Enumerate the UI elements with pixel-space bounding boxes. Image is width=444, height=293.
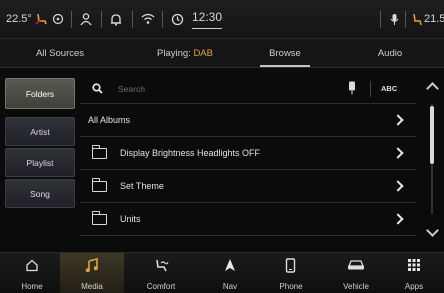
chevron-right-icon (392, 180, 404, 192)
car-icon (324, 258, 388, 275)
tab-browse[interactable]: Browse (240, 39, 330, 67)
list-item[interactable]: Display Brightness Headlights OFF (80, 137, 416, 170)
divider (71, 11, 72, 28)
bottom-nav-bar: Home Media Comfort Nav Phone Vehicle App… (0, 252, 444, 293)
nav-nav[interactable]: Nav (198, 253, 262, 293)
passenger-seat-icon (413, 13, 422, 25)
filter-folders[interactable]: Folders (5, 78, 75, 109)
voice-search-icon[interactable] (348, 81, 356, 95)
browse-list: Search ABC All Albums Display Brightness… (80, 74, 416, 236)
list-item-label: All Albums (88, 115, 131, 125)
tab-audio[interactable]: Audio (360, 39, 420, 67)
divider (405, 11, 406, 28)
nav-label: Comfort (146, 282, 176, 291)
nav-label: Nav (222, 282, 238, 291)
search-bar[interactable]: Search ABC (80, 74, 416, 104)
user-profile-icon[interactable] (79, 0, 93, 38)
passenger-climate-status[interactable]: 21.5° (412, 0, 444, 38)
filter-label: Folders (25, 88, 55, 99)
filter-song[interactable]: Song (5, 179, 75, 208)
list-item[interactable]: Units (80, 203, 416, 236)
tab-playing[interactable]: Playing: DAB (130, 39, 240, 67)
wifi-icon[interactable] (141, 0, 155, 38)
browse-category-list: Folders Artist Playlist Song (5, 78, 75, 210)
nav-apps[interactable]: Apps (382, 253, 444, 293)
scroll-down-icon[interactable] (426, 224, 439, 237)
chevron-right-icon (392, 114, 404, 126)
list-scrollbar[interactable] (422, 74, 442, 244)
chevron-right-icon (392, 147, 404, 159)
nav-label: Apps (404, 282, 424, 291)
passenger-temperature: 21.5° (424, 13, 444, 25)
source-tabs: All Sources Playing: DAB Browse Audio (0, 39, 444, 68)
filter-label: Song (30, 188, 50, 199)
clock-icon (171, 0, 184, 38)
folder-icon (91, 178, 107, 192)
scroll-up-icon[interactable] (426, 82, 439, 95)
nav-media[interactable]: Media (60, 253, 124, 293)
playing-source: DAB (193, 47, 213, 59)
divider (370, 81, 371, 97)
search-input[interactable]: Search (118, 84, 145, 94)
chevron-right-icon (392, 213, 404, 225)
nav-label: Media (81, 282, 103, 291)
abc-jump-button[interactable]: ABC (381, 84, 397, 93)
list-item-label: Set Theme (120, 181, 164, 191)
divider (162, 11, 163, 28)
nav-label: Vehicle (343, 282, 369, 291)
infotainment-screen: 22.5° 12:30 21.5 All Sources Playing: DA… (0, 0, 444, 293)
active-tab-indicator (260, 65, 310, 67)
nav-label: Home (21, 282, 43, 291)
navigation-arrow-icon (198, 258, 262, 275)
tab-label: Audio (377, 47, 403, 59)
nav-phone[interactable]: Phone (259, 253, 323, 293)
list-item[interactable]: All Albums (80, 104, 416, 137)
tab-all-sources[interactable]: All Sources (10, 39, 110, 67)
folder-icon (91, 145, 107, 159)
fan-icon (52, 13, 63, 25)
list-item[interactable]: Set Theme (80, 170, 416, 203)
filter-label: Playlist (26, 157, 54, 168)
microphone-icon[interactable] (390, 0, 399, 38)
tab-label: Playing: (157, 47, 194, 59)
nav-vehicle[interactable]: Vehicle (324, 253, 388, 293)
apps-grid-icon (382, 258, 444, 274)
divider (380, 11, 381, 28)
nav-label: Phone (279, 282, 303, 291)
folder-icon (91, 211, 107, 225)
seat-heat-icon (35, 13, 47, 25)
filter-artist[interactable]: Artist (5, 117, 75, 146)
seat-icon (129, 258, 193, 276)
list-item-label: Display Brightness Headlights OFF (120, 148, 261, 158)
nav-comfort[interactable]: Comfort (129, 253, 193, 293)
filter-label: Artist (30, 126, 50, 137)
driver-temperature: 22.5° (6, 13, 32, 25)
divider (101, 11, 102, 28)
home-icon (0, 258, 64, 275)
filter-playlist[interactable]: Playlist (5, 148, 75, 177)
list-item-label: Units (120, 214, 141, 224)
nav-home[interactable]: Home (0, 253, 64, 293)
search-icon (92, 83, 103, 94)
divider (132, 11, 133, 28)
phone-icon (259, 258, 323, 276)
music-note-icon (60, 257, 124, 276)
tab-label: All Sources (35, 47, 85, 59)
scroll-thumb[interactable] (430, 106, 434, 164)
notification-bell-icon[interactable] (110, 0, 122, 38)
status-bar: 22.5° 12:30 21.5 (0, 0, 444, 39)
clock-time[interactable]: 12:30 (192, 6, 223, 29)
driver-climate-status[interactable]: 22.5° (6, 0, 64, 38)
tab-label: Browse (269, 47, 301, 59)
